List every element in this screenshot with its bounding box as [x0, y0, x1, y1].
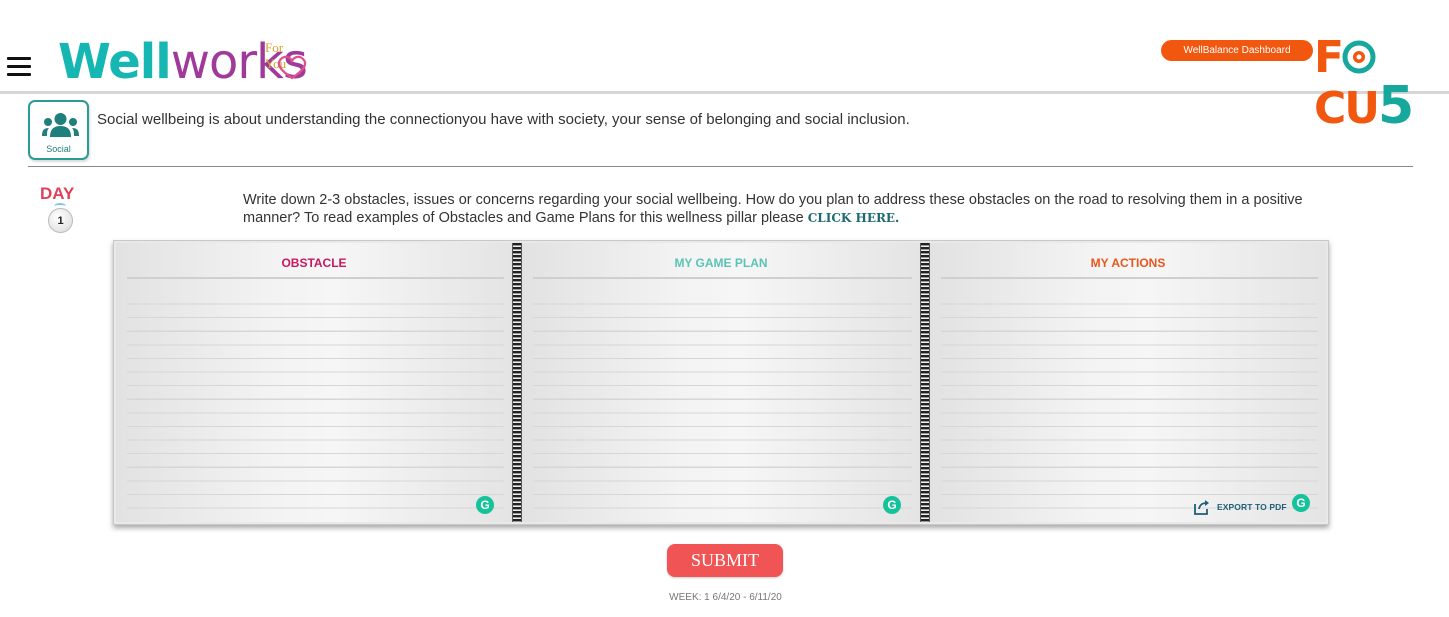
- game-plan-page: MY GAME PLAN G: [522, 243, 920, 522]
- my-actions-page: MY ACTIONS G: [930, 243, 1326, 522]
- grammarly-icon[interactable]: G: [476, 496, 494, 514]
- hamburger-menu-icon[interactable]: [7, 57, 31, 77]
- grammarly-icon[interactable]: G: [1292, 494, 1310, 512]
- focus5-logo[interactable]: F CU5: [1314, 34, 1449, 133]
- eye-o-icon: [1342, 40, 1376, 74]
- my-actions-textarea[interactable]: [941, 283, 1318, 513]
- day-number-badge: 1: [48, 208, 73, 233]
- wellbalance-dashboard-button[interactable]: WellBalance Dashboard: [1161, 40, 1313, 61]
- users-group-icon: [42, 113, 79, 137]
- social-badge-label: Social: [46, 144, 71, 154]
- spiral-binding: [512, 243, 522, 522]
- obstacle-title: OBSTACLE: [281, 256, 347, 270]
- pillar-description: Social wellbeing is about understanding …: [97, 111, 910, 128]
- heart-icon: [277, 55, 307, 80]
- top-header: Wellworks For You WellBalance Dashboard …: [0, 0, 1449, 133]
- export-icon: [1194, 500, 1209, 515]
- click-here-link[interactable]: CLICK HERE: [808, 211, 895, 225]
- obstacle-page: OBSTACLE G: [116, 243, 512, 522]
- game-plan-textarea[interactable]: [533, 283, 912, 513]
- obstacle-textarea[interactable]: [127, 283, 504, 513]
- game-plan-title: MY GAME PLAN: [674, 256, 768, 270]
- spiral-binding: [920, 243, 930, 522]
- week-range-label: WEEK: 1 6/4/20 - 6/11/20: [669, 592, 782, 603]
- section-divider: [28, 166, 1413, 167]
- my-actions-title: MY ACTIONS: [1090, 256, 1166, 270]
- export-label: EXPORT TO PDF: [1217, 502, 1287, 512]
- instructions-text: Write down 2-3 obstacles, issues or conc…: [243, 192, 1303, 226]
- day-label: DAY: [40, 184, 75, 203]
- submit-button[interactable]: SUBMIT: [667, 544, 783, 577]
- wellworks-logo[interactable]: Wellworks For You: [58, 36, 308, 88]
- journal-notebook: OBSTACLE G MY GAME PLAN G MY ACTIONS G: [113, 240, 1329, 525]
- grammarly-icon[interactable]: G: [883, 496, 901, 514]
- social-pillar-badge[interactable]: Social: [28, 100, 89, 160]
